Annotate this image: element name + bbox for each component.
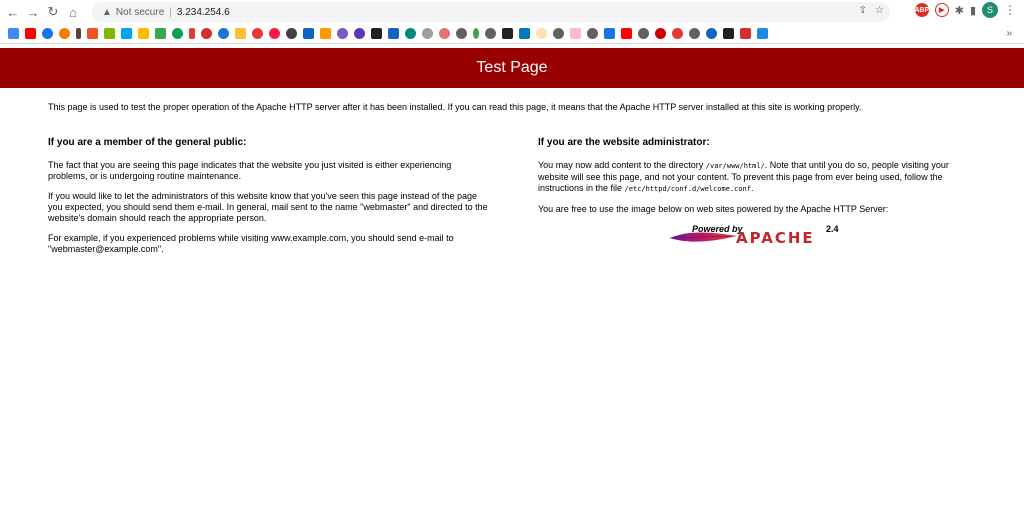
public-section: If you are a member of the general publi… (48, 137, 488, 264)
admin-paragraph-1: You may now add content to the directory… (538, 160, 976, 195)
bookmark-windows-icon[interactable] (87, 28, 98, 39)
bookmark-globe2-icon[interactable] (456, 28, 467, 39)
bookmark-sheet-icon[interactable] (155, 28, 166, 39)
bookmark-trello-icon[interactable] (519, 28, 530, 39)
warning-icon: ▲ (102, 6, 112, 18)
page-content: This page is used to test the proper ope… (0, 102, 1024, 264)
bookmark-globe5-icon[interactable] (587, 28, 598, 39)
bookmark-windows2-icon[interactable] (104, 28, 115, 39)
bookmark-red-badge-icon[interactable] (740, 28, 751, 39)
bookmark-red-globe-icon[interactable] (672, 28, 683, 39)
bookmark-youtube-icon[interactable] (25, 28, 36, 39)
bookmark-cloud2-icon[interactable] (536, 28, 547, 39)
home-icon[interactable]: ⌂ (63, 2, 83, 22)
extensions-puzzle-icon[interactable]: ✱ (955, 4, 964, 17)
bookmark-windows3-icon[interactable] (121, 28, 132, 39)
welcome-conf-code: /etc/httpd/conf.d/welcome.conf (624, 185, 751, 193)
bookmark-blue-p-icon[interactable] (388, 28, 399, 39)
bookmark-folder-icon[interactable] (757, 28, 768, 39)
bookmark-youtube2-icon[interactable] (621, 28, 632, 39)
bookmark-purple-icon[interactable] (337, 28, 348, 39)
bookmark-windows4-icon[interactable] (138, 28, 149, 39)
browser-toolbar: ← → ↻ ⌂ ▲ Not secure | 3.234.254.6 ⇪ ☆ A… (0, 0, 1024, 24)
page-banner: Test Page (0, 48, 1024, 88)
media-icon[interactable]: ▶ (934, 3, 949, 17)
bookmark-g-icon[interactable] (473, 28, 479, 39)
bookmark-star-icon[interactable]: ☆ (875, 5, 884, 16)
bookmark-p-icon[interactable] (218, 28, 229, 39)
public-paragraph-3: For example, if you experienced problems… (48, 233, 454, 254)
apache-word: APACHE (736, 229, 815, 247)
admin-p1-text-a: You may now add content to the directory (538, 160, 706, 170)
bookmarks-overflow-icon[interactable]: » (1006, 28, 1012, 39)
bookmark-redhat-icon[interactable] (655, 28, 666, 39)
bookmark-red-dot-icon[interactable] (269, 28, 280, 39)
bookmark-c-gray-icon[interactable] (422, 28, 433, 39)
bookmark-play-icon[interactable] (59, 28, 70, 39)
page-title: Test Page (476, 59, 548, 76)
admin-paragraph-2: You are free to use the image below on w… (538, 204, 889, 214)
html-dir-code: /var/www/html/ (705, 162, 765, 170)
bookmark-bottle-icon[interactable] (76, 28, 81, 39)
bookmark-globe-icon[interactable] (286, 28, 297, 39)
bookmark-teal-icon[interactable] (405, 28, 416, 39)
intro-text: This page is used to test the proper ope… (48, 102, 862, 112)
public-paragraph-2: If you would like to let the administrat… (48, 191, 488, 223)
bookmark-square-icon[interactable] (604, 28, 615, 39)
bookmark-gear-icon[interactable] (42, 28, 53, 39)
address-bar[interactable]: ▲ Not secure | 3.234.254.6 ⇪ ☆ (92, 2, 890, 22)
bookmark-globe6-icon[interactable] (638, 28, 649, 39)
bookmark-google-icon[interactable] (8, 28, 19, 39)
profile-avatar[interactable]: S (982, 2, 998, 18)
bookmark-a-icon[interactable] (723, 28, 734, 39)
powered-by-text: Powered by (692, 224, 743, 234)
back-icon[interactable]: ← (3, 2, 23, 22)
adblock-icon[interactable]: ABP (914, 3, 929, 17)
public-heading: If you are a member of the general publi… (48, 137, 247, 148)
bookmark-globe4-icon[interactable] (553, 28, 564, 39)
bookmark-wand-icon[interactable] (570, 28, 581, 39)
bookmark-fire-icon[interactable] (189, 28, 195, 39)
bookmark-yellow-icon[interactable] (235, 28, 246, 39)
admin-p1-text-c: . (750, 183, 754, 193)
share-icon[interactable]: ⇪ (859, 5, 867, 16)
separator: | (169, 6, 172, 18)
bookmark-linkedin-icon[interactable] (303, 28, 314, 39)
bookmark-calendar-icon[interactable] (371, 28, 382, 39)
bookmark-dark-icon[interactable] (502, 28, 513, 39)
side-panel-icon[interactable]: ▮ (970, 4, 976, 17)
bookmark-violet-icon[interactable] (354, 28, 365, 39)
forward-icon[interactable]: → (23, 2, 43, 22)
columns: If you are a member of the general publi… (48, 137, 976, 264)
apache-version-text: 2.4 (826, 224, 839, 234)
bookmark-globe3-icon[interactable] (485, 28, 496, 39)
url-text[interactable]: 3.234.254.6 (177, 7, 230, 18)
apache-logo: Powered by 2.4 APACHE (668, 224, 848, 250)
reload-icon[interactable]: ↻ (43, 2, 63, 22)
extensions-area: ABP ▶ ✱ ▮ S ⋮ (914, 2, 1016, 18)
bookmark-reddit-icon[interactable] (252, 28, 263, 39)
admin-heading: If you are the website administrator: (538, 137, 710, 148)
bookmark-c-icon[interactable] (201, 28, 212, 39)
bookmark-globe7-icon[interactable] (689, 28, 700, 39)
menu-kebab-icon[interactable]: ⋮ (1004, 3, 1016, 17)
security-label[interactable]: Not secure (116, 7, 164, 18)
bookmark-shield-icon[interactable] (172, 28, 183, 39)
bookmark-cloud-icon[interactable] (439, 28, 450, 39)
public-paragraph-1: The fact that you are seeing this page i… (48, 160, 452, 181)
bookmarks-bar: » (0, 24, 1024, 44)
admin-section: If you are the website administrator: Yo… (538, 137, 976, 264)
bookmark-blue-circle-icon[interactable] (706, 28, 717, 39)
bookmark-orange-icon[interactable] (320, 28, 331, 39)
